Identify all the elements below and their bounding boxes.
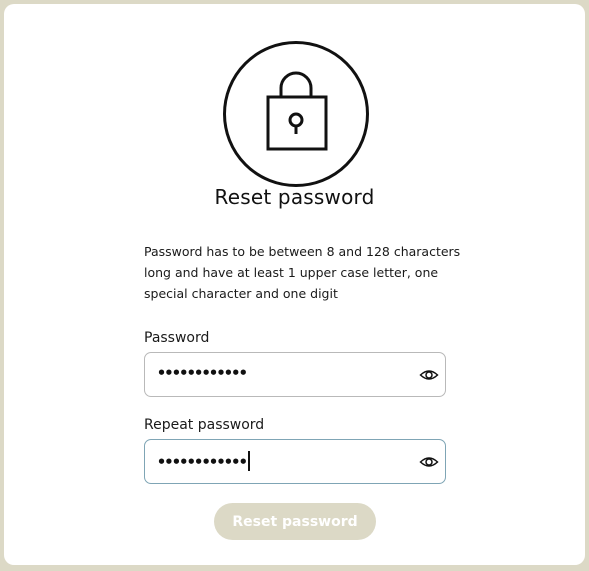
password-label: Password [144, 330, 210, 346]
repeat-password-value: •••••••••••• [157, 453, 248, 471]
repeat-password-label: Repeat password [144, 417, 265, 433]
text-caret [248, 451, 251, 471]
repeat-password-value-wrapper: •••••••••••• [157, 451, 251, 471]
reset-password-button[interactable]: Reset password [214, 503, 376, 540]
password-field[interactable]: •••••••••••• [144, 352, 446, 397]
reset-password-card: Reset password Password has to be betwee… [4, 4, 585, 565]
lock-badge [223, 41, 369, 187]
password-requirements-text: Password has to be between 8 and 128 cha… [144, 244, 461, 301]
repeat-password-field[interactable]: •••••••••••• [144, 439, 446, 484]
page-title: Reset password [214, 185, 375, 209]
eye-icon[interactable] [419, 365, 439, 385]
lock-icon [266, 71, 328, 151]
eye-icon[interactable] [419, 452, 439, 472]
password-value: •••••••••••• [157, 364, 248, 382]
